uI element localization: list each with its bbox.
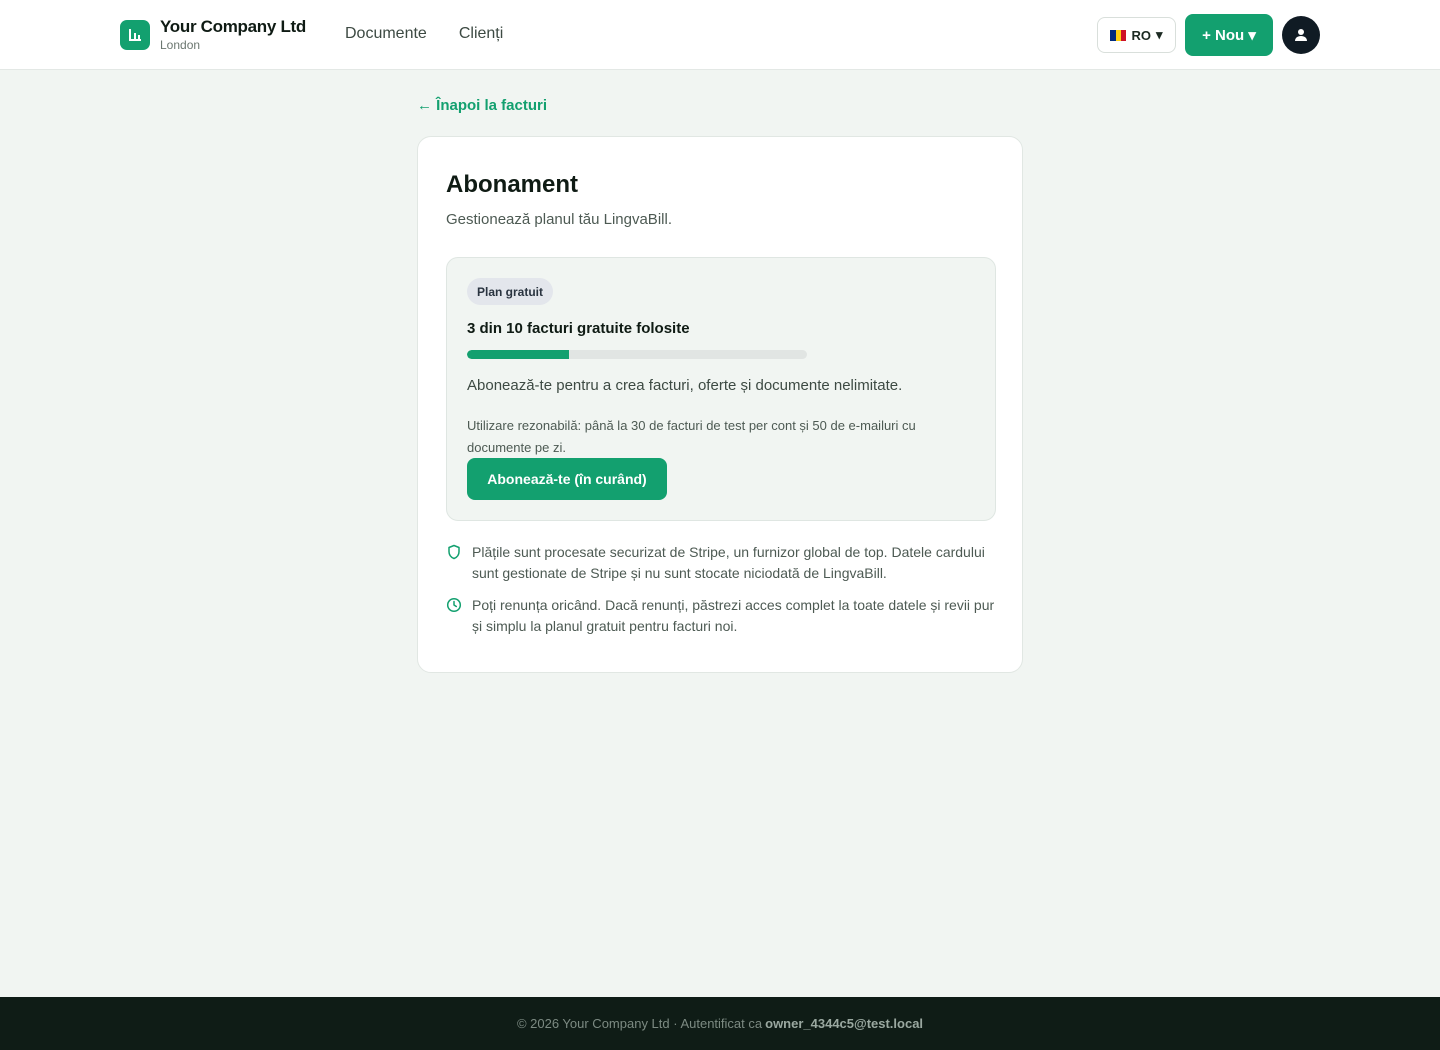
main-nav: Documente Clienți [345, 25, 503, 43]
chevron-down-icon: ▾ [1155, 27, 1163, 42]
usage-text: 3 din 10 facturi gratuite folosite [467, 320, 690, 337]
back-to-invoices-link[interactable]: ← Înapoi la facturi [417, 97, 547, 114]
clock-icon [446, 597, 462, 613]
info-cancel: Poți renunța oricând. Dacă renunți, păst… [446, 595, 996, 637]
nav-clients[interactable]: Clienți [459, 25, 503, 43]
user-avatar[interactable] [1282, 16, 1320, 54]
shield-icon [448, 544, 460, 560]
subscribe-button[interactable]: Abonează-te (în curând) [467, 458, 667, 500]
footer-email: owner_4344c5@test.local [765, 1016, 924, 1031]
plan-badge: Plan gratuit [467, 278, 554, 305]
info-stripe-text: Plățile sunt procesate securizat de Stri… [472, 544, 985, 581]
subscription-card: Abonament Gestionează planul tău LingvaB… [417, 136, 1023, 673]
info-cancel-text: Poți renunța oricând. Dacă renunți, păst… [472, 597, 995, 634]
romania-flag-icon [1110, 29, 1127, 41]
new-document-button[interactable]: + Nou ▾ [1185, 14, 1273, 56]
plan-panel: Plan gratuit 3 din 10 facturi gratuite f… [446, 257, 996, 521]
company-brand[interactable]: Your Company Ltd London [120, 17, 306, 52]
fair-use-note: Utilizare rezonabilă: până la 30 de fact… [467, 418, 916, 455]
company-logo-icon [120, 20, 150, 50]
top-bar: Your Company Ltd London Documente Clienț… [0, 0, 1440, 70]
info-stripe: Plățile sunt procesate securizat de Stri… [446, 542, 996, 584]
page-subtitle: Gestionează planul tău LingvaBill. [446, 211, 672, 228]
language-selector[interactable]: RO ▾ [1097, 17, 1176, 53]
footer-text: © 2026 Your Company Ltd · Autentificat c… [516, 1016, 763, 1031]
nav-documents[interactable]: Documente [345, 25, 427, 43]
usage-progress-bar [467, 350, 807, 359]
company-city: London [160, 38, 201, 52]
company-name: Your Company Ltd [160, 17, 306, 36]
page-title: Abonament [446, 171, 578, 198]
usage-progress-fill [467, 350, 569, 359]
subscribe-pitch: Abonează-te pentru a crea facturi, ofert… [467, 377, 903, 394]
footer: © 2026 Your Company Ltd · Autentificat c… [0, 997, 1440, 1050]
user-icon [1295, 29, 1307, 41]
language-code: RO [1131, 27, 1151, 43]
